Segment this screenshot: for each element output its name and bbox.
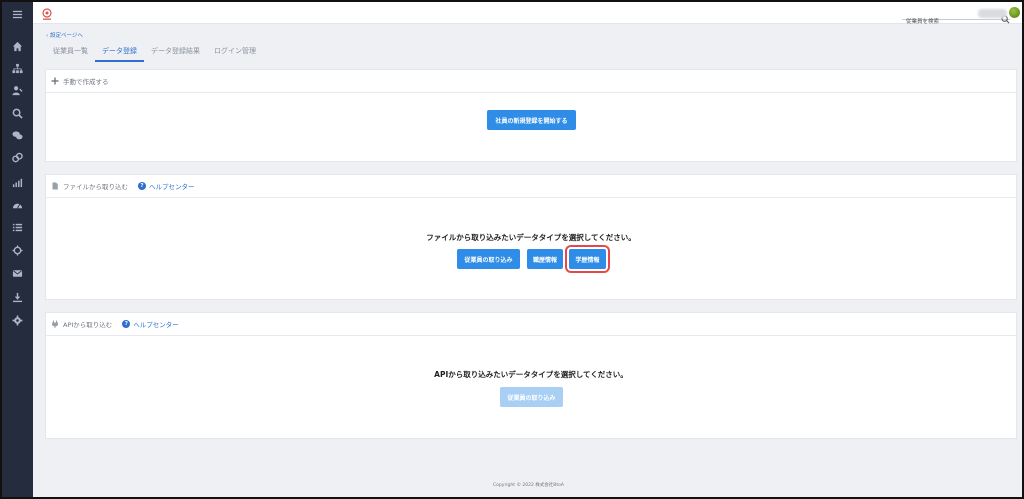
file-import-prompt: ファイルから取り込みたいデータタイプを選択してください。 — [426, 233, 636, 242]
api-import-body: APIから取り込みたいデータタイプを選択してください。 従業員の取り込み — [46, 336, 1016, 439]
api-import-prompt: APIから取り込みたいデータタイプを選択してください。 — [434, 370, 628, 379]
help-center-link-api[interactable]: ? ヘルプセンター — [122, 319, 179, 329]
mail-icon[interactable] — [10, 267, 24, 279]
user-name-redacted — [978, 9, 1007, 18]
api-import-employees-button[interactable]: 従業員の取り込み — [500, 387, 563, 407]
file-import-header: ファイルから取り込む ? ヘルプセンター — [46, 175, 1016, 198]
user-edit-icon[interactable] — [10, 84, 24, 96]
link-icon[interactable] — [10, 151, 24, 163]
help-icon: ? — [138, 182, 146, 190]
tab-employee-list[interactable]: 従業員一覧 — [46, 40, 95, 62]
gear-icon[interactable] — [10, 314, 24, 326]
file-import-title: ファイルから取り込む — [63, 183, 128, 191]
tab-registration-results[interactable]: データ登録結果 — [144, 40, 207, 62]
import-employees-button[interactable]: 従業員の取り込み — [457, 249, 520, 269]
help-center-label: ヘルプセンター — [133, 321, 179, 329]
sidebar — [2, 2, 33, 497]
plus-icon — [51, 77, 59, 85]
manual-create-body: 社員の新規登録を開始する — [46, 93, 1016, 162]
list-icon[interactable] — [10, 221, 24, 233]
education-history-button[interactable]: 学歴情報 — [565, 245, 610, 273]
help-icon: ? — [122, 320, 131, 328]
tab-bar: 従業員一覧 データ登録 データ登録結果 ログイン管理 — [46, 40, 263, 62]
work-history-button[interactable]: 職歴情報 — [527, 249, 563, 269]
api-import-panel: APIから取り込む ? ヘルプセンター APIから取り込みたいデータタイプを選択… — [45, 312, 1017, 439]
dashboard-gauge-icon[interactable] — [10, 199, 24, 211]
app-window: ‹ 設定ページへ 従業員一覧 データ登録 データ登録結果 ログイン管理 手動で作… — [0, 0, 1024, 499]
manual-create-header: 手動で作成する — [46, 70, 1016, 93]
api-import-header: APIから取り込む ? ヘルプセンター — [46, 313, 1016, 336]
company-logo-icon[interactable] — [41, 6, 53, 20]
manual-create-title: 手動で作成する — [63, 78, 109, 86]
org-chart-icon[interactable] — [10, 62, 24, 74]
help-center-label: ヘルプセンター — [149, 183, 195, 191]
footer-copyright: Copyright © 2022 株式会社BtoA — [493, 483, 564, 488]
avatar[interactable] — [1009, 7, 1020, 18]
hamburger-menu-icon[interactable] — [10, 8, 24, 20]
file-icon — [51, 182, 59, 190]
search-input[interactable] — [902, 16, 992, 28]
home-icon[interactable] — [10, 40, 24, 52]
tab-data-registration[interactable]: データ登録 — [95, 40, 144, 62]
help-center-link[interactable]: ? ヘルプセンター — [138, 181, 195, 191]
bar-chart-icon[interactable] — [10, 176, 24, 188]
plug-icon — [51, 320, 59, 328]
manual-create-panel: 手動で作成する 社員の新規登録を開始する — [45, 69, 1017, 162]
breadcrumb-settings-link[interactable]: ‹ 設定ページへ — [46, 31, 83, 39]
api-import-title: APIから取り込む — [63, 321, 113, 329]
download-icon[interactable] — [10, 291, 24, 303]
chat-icon[interactable] — [10, 129, 24, 141]
start-new-employee-button[interactable]: 社員の新規登録を開始する — [487, 110, 576, 130]
crosshair-icon[interactable] — [10, 244, 24, 256]
search-icon[interactable] — [10, 107, 24, 119]
file-import-body: ファイルから取り込みたいデータタイプを選択してください。 従業員の取り込み 職歴… — [46, 198, 1016, 300]
top-bar — [33, 2, 1022, 28]
tab-login-management[interactable]: ログイン管理 — [207, 40, 263, 62]
file-import-panel: ファイルから取り込む ? ヘルプセンター ファイルから取り込みたいデータタイプを… — [45, 174, 1017, 300]
